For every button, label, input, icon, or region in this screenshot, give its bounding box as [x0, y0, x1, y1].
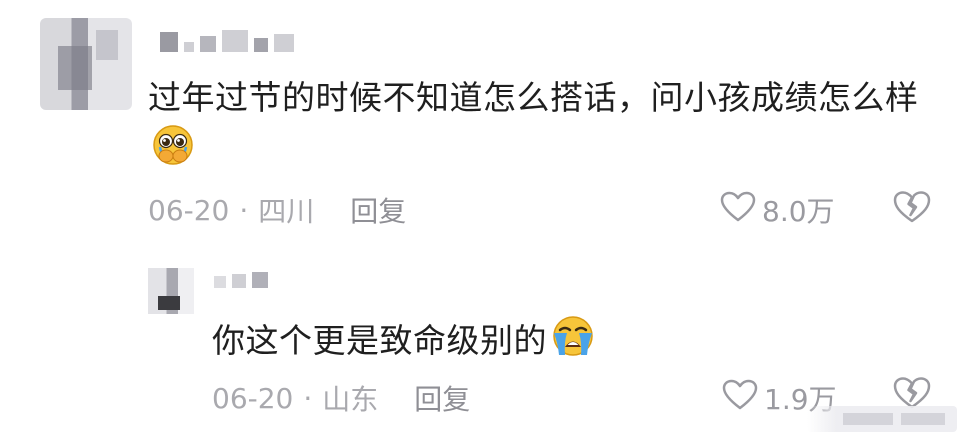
avatar[interactable]: [40, 18, 132, 110]
reply-text-content: 你这个更是致命级别的: [212, 321, 547, 360]
reply-avatar[interactable]: [148, 268, 194, 314]
username-blurred[interactable]: [160, 30, 294, 52]
reply-username-blurred[interactable]: [214, 272, 268, 288]
heart-icon: [720, 191, 756, 230]
meta-separator: ·: [303, 381, 313, 415]
reply-text: 你这个更是致命级别的: [212, 314, 912, 372]
reply-date: 06-20: [212, 381, 294, 415]
reply-button[interactable]: 回复: [414, 378, 470, 418]
reply-meta: 06-20 · 山东 回复: [212, 378, 470, 418]
dislike-button[interactable]: [892, 190, 932, 228]
crying-face-icon: [550, 314, 596, 372]
broken-heart-icon: [892, 191, 932, 228]
meta-separator: ·: [239, 193, 249, 227]
pleading-face-icon: [151, 123, 195, 181]
reply-item: 你这个更是致命级别的 06-20 · 山东 回复 1.9万: [0, 258, 969, 440]
comment-item: 过年过节的时候不知道怎么搭话，问小孩成绩怎么样 06-20 · 四川 回复 8.…: [0, 0, 969, 250]
watermark: [807, 406, 957, 432]
comment-location: 四川: [258, 195, 315, 228]
reply-location: 山东: [322, 383, 379, 416]
heart-icon: [722, 379, 758, 418]
reply-button[interactable]: 回复: [350, 190, 406, 230]
like-count: 8.0万: [762, 195, 835, 228]
comment-text: 过年过节的时候不知道怎么搭话，问小孩成绩怎么样: [148, 73, 938, 181]
comment-date: 06-20: [148, 193, 230, 227]
like-button[interactable]: 8.0万: [720, 190, 835, 230]
comment-meta: 06-20 · 四川 回复: [148, 190, 406, 230]
comment-text-content: 过年过节的时候不知道怎么搭话，问小孩成绩怎么样: [148, 78, 919, 117]
